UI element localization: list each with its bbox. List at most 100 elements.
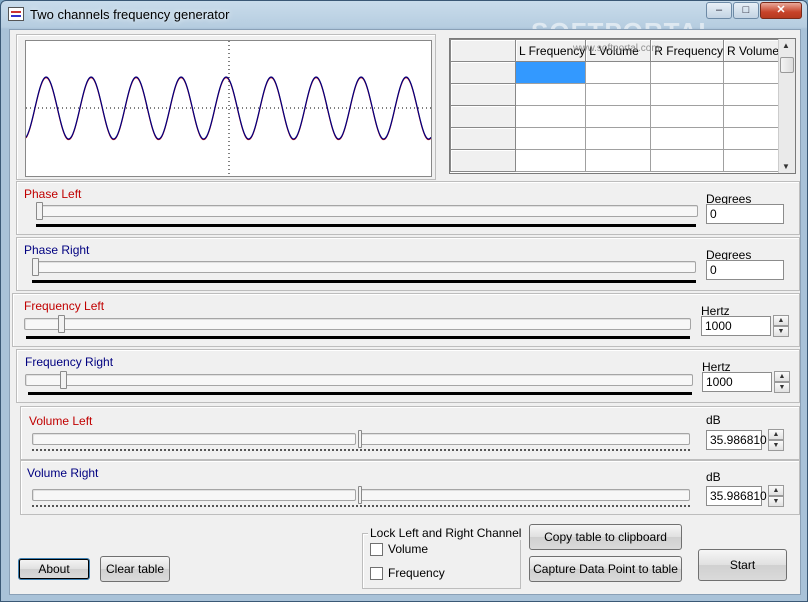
table-scrollbar[interactable]: ▲ ▼ <box>778 39 795 173</box>
volume-right-ticks <box>32 505 690 507</box>
table-cell[interactable] <box>585 83 652 106</box>
volume-left-slider-thumb[interactable] <box>358 430 362 448</box>
volume-right-label: Volume Right <box>27 466 99 480</box>
volume-left-unit: dB <box>706 413 721 427</box>
start-button[interactable]: Start <box>698 549 787 581</box>
volume-left-bar-left <box>32 433 356 445</box>
table-row[interactable] <box>450 61 789 84</box>
watermark-url: www.softportal.com <box>573 43 660 54</box>
table-cell[interactable] <box>514 149 587 172</box>
phase-left-level-bar <box>36 224 696 227</box>
lock-frequency-label: Frequency <box>388 566 445 580</box>
frequency-left-slider-thumb[interactable] <box>58 315 65 333</box>
waveform-plot <box>25 41 432 176</box>
clear-table-button[interactable]: Clear table <box>100 556 170 582</box>
waveform-left <box>25 76 432 141</box>
volume-right-input[interactable]: 35.986810 <box>706 486 767 506</box>
table-row-header[interactable] <box>450 61 516 84</box>
spin-up-icon[interactable]: ▲ <box>768 485 784 496</box>
about-button[interactable]: About <box>18 558 90 580</box>
phase-left-label: Phase Left <box>24 187 82 201</box>
table-cell[interactable] <box>514 127 587 150</box>
table-row[interactable] <box>450 127 789 150</box>
table-cell[interactable] <box>650 61 724 84</box>
phase-right-input[interactable]: 0 <box>706 260 784 280</box>
spin-down-icon[interactable]: ▼ <box>768 496 784 507</box>
window-title: Two channels frequency generator <box>30 7 230 22</box>
table-cell[interactable] <box>650 83 724 106</box>
frequency-right-input[interactable]: 1000 <box>702 372 772 392</box>
volume-right-bar-left <box>32 489 356 501</box>
volume-right-slider-thumb[interactable] <box>358 486 362 504</box>
capture-data-point-button[interactable]: Capture Data Point to table <box>529 556 682 582</box>
volume-right-slider-track[interactable] <box>360 489 690 501</box>
frequency-right-stepper[interactable]: ▲ ▼ <box>774 371 790 393</box>
table-cell[interactable] <box>650 105 724 128</box>
volume-right-unit: dB <box>706 470 721 484</box>
oscilloscope-display <box>25 40 432 177</box>
frequency-right-slider-track[interactable] <box>25 374 693 386</box>
table-cell[interactable] <box>585 105 652 128</box>
app-window: Two channels frequency generator SOFTPOR… <box>0 0 808 602</box>
volume-left-input[interactable]: 35.986810 <box>706 430 767 450</box>
table-row-header[interactable] <box>450 105 516 128</box>
table-cell[interactable] <box>514 61 587 84</box>
lock-volume-label: Volume <box>388 542 429 556</box>
volume-left-slider-track[interactable] <box>360 433 690 445</box>
phase-right-slider-track[interactable] <box>32 261 696 273</box>
table-row[interactable] <box>450 83 789 106</box>
client-area: L Frequency L Volume R Frequency R Volum… <box>9 29 801 595</box>
spin-up-icon[interactable]: ▲ <box>768 429 784 440</box>
frequency-left-level-bar <box>26 336 690 339</box>
frequency-left-slider-track[interactable] <box>24 318 691 330</box>
maximize-button[interactable]: □ <box>733 2 759 19</box>
table-cell[interactable] <box>585 149 652 172</box>
volume-left-stepper[interactable]: ▲ ▼ <box>768 429 784 451</box>
volume-right-stepper[interactable]: ▲ ▼ <box>768 485 784 507</box>
data-table[interactable]: L Frequency L Volume R Frequency R Volum… <box>449 38 796 174</box>
table-row-header[interactable] <box>450 149 516 172</box>
frequency-right-level-bar <box>28 392 692 395</box>
table-header-r-frequency: R Frequency <box>650 39 724 62</box>
table-row[interactable] <box>450 149 789 172</box>
close-button[interactable]: ✕ <box>760 2 802 19</box>
table-cell[interactable] <box>514 83 587 106</box>
phase-left-slider-track[interactable] <box>36 205 698 217</box>
spin-down-icon[interactable]: ▼ <box>774 382 790 393</box>
table-row[interactable] <box>450 105 789 128</box>
frequency-right-slider-thumb[interactable] <box>60 371 67 389</box>
lock-frequency-checkbox[interactable] <box>370 567 383 580</box>
app-icon <box>8 7 24 21</box>
volume-left-ticks <box>32 449 690 451</box>
phase-left-input[interactable]: 0 <box>706 204 784 224</box>
phase-left-slider-thumb[interactable] <box>36 202 43 220</box>
phase-right-slider-thumb[interactable] <box>32 258 39 276</box>
table-row-header[interactable] <box>450 83 516 106</box>
frequency-left-label: Frequency Left <box>24 299 105 313</box>
scroll-up-icon[interactable]: ▲ <box>782 41 790 50</box>
spin-down-icon[interactable]: ▼ <box>773 326 789 337</box>
spin-down-icon[interactable]: ▼ <box>768 440 784 451</box>
lock-group-title: Lock Left and Right Channel <box>368 526 524 540</box>
minimize-button[interactable]: – <box>706 2 732 19</box>
spin-up-icon[interactable]: ▲ <box>774 371 790 382</box>
table-cell[interactable] <box>650 149 724 172</box>
lock-group <box>362 533 521 589</box>
copy-table-button[interactable]: Copy table to clipboard <box>529 524 682 550</box>
table-cell[interactable] <box>585 127 652 150</box>
frequency-left-stepper[interactable]: ▲ ▼ <box>773 315 789 337</box>
phase-right-label: Phase Right <box>24 243 90 257</box>
table-cell[interactable] <box>650 127 724 150</box>
table-cell[interactable] <box>585 61 652 84</box>
table-header-corner <box>450 39 516 62</box>
scroll-down-icon[interactable]: ▼ <box>782 162 790 171</box>
frequency-right-label: Frequency Right <box>25 355 114 369</box>
title-bar[interactable]: Two channels frequency generator SOFTPOR… <box>1 1 807 47</box>
frequency-left-input[interactable]: 1000 <box>701 316 771 336</box>
scroll-thumb[interactable] <box>780 57 794 73</box>
table-cell[interactable] <box>514 105 587 128</box>
table-row-header[interactable] <box>450 127 516 150</box>
lock-volume-checkbox[interactable] <box>370 543 383 556</box>
spin-up-icon[interactable]: ▲ <box>773 315 789 326</box>
phase-right-level-bar <box>32 280 696 283</box>
